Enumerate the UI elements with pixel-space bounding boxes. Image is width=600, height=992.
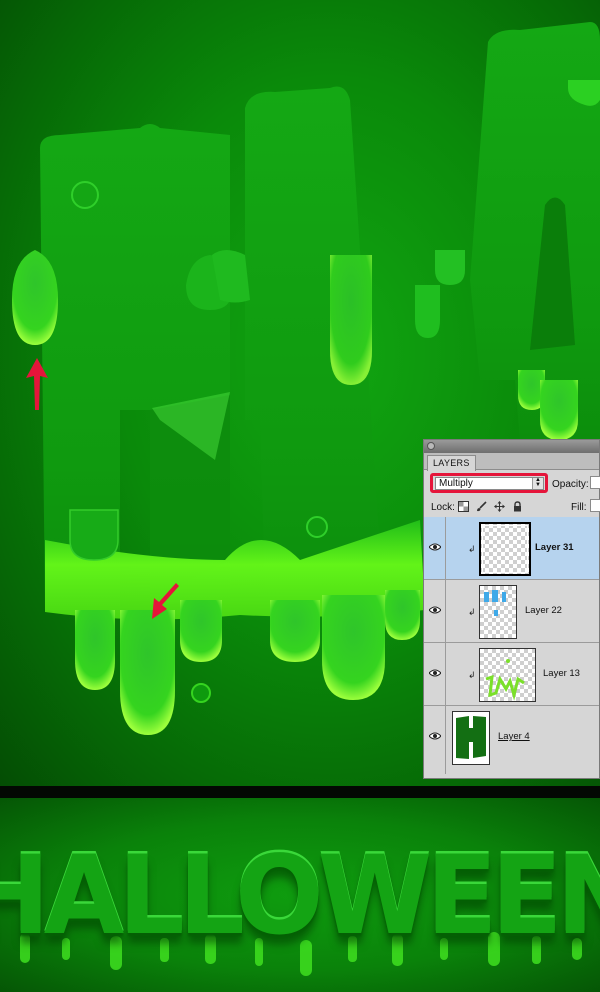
layer-row-13[interactable]: ↲ Layer 13: [424, 643, 599, 706]
drip: [270, 600, 320, 662]
layer-row-22[interactable]: ↲ Layer 22: [424, 580, 599, 643]
layer-name[interactable]: Layer 13: [543, 668, 580, 679]
slime-droplet: [306, 516, 328, 538]
visibility-toggle[interactable]: [424, 643, 446, 705]
lock-row: Lock: Fill:: [424, 496, 600, 519]
eye-icon[interactable]: [429, 669, 441, 677]
layer-thumbnail[interactable]: [479, 585, 517, 639]
move-lock-icon[interactable]: [494, 501, 505, 512]
stepper-arrows-icon[interactable]: ▲ ▼: [532, 477, 543, 489]
clipping-arrow-icon: ↲: [468, 670, 476, 680]
drip: [385, 590, 420, 640]
tab-layers[interactable]: LAYERS: [427, 455, 476, 471]
drip: [330, 255, 372, 385]
layer-thumbnail[interactable]: [479, 648, 536, 702]
layer-name[interactable]: Layer 22: [525, 605, 562, 616]
layer-name[interactable]: Layer 31: [535, 542, 574, 553]
banner-halloween-text: HALLOWEEN: [0, 830, 600, 960]
panel-titlebar[interactable]: [424, 440, 599, 453]
fill-label: Fill:: [571, 502, 587, 513]
drip: [180, 600, 222, 662]
drip: [415, 285, 440, 338]
panel-tabstrip: LAYERS: [424, 453, 599, 471]
layer-thumbnail[interactable]: [479, 522, 531, 576]
slime-droplet: [191, 683, 211, 703]
blend-mode-row: Multiply ▲ ▼ Opacity:: [424, 470, 600, 496]
blend-mode-select[interactable]: Multiply ▲ ▼: [435, 477, 544, 490]
layer-row-31[interactable]: ↲ Layer 31: [424, 517, 599, 580]
fill-field[interactable]: [590, 499, 600, 512]
eye-icon[interactable]: [429, 732, 441, 740]
annotation-arrow-up-icon: [26, 358, 48, 410]
drip: [120, 610, 175, 735]
slime-droplet: [71, 181, 99, 209]
padlock-icon[interactable]: [512, 501, 523, 512]
opacity-label: Opacity:: [552, 479, 589, 490]
clipping-arrow-icon: ↲: [468, 607, 476, 617]
drip: [75, 610, 115, 690]
halloween-banner: HALLOWEEN: [0, 798, 600, 992]
blend-mode-value: Multiply: [439, 478, 473, 489]
eye-icon[interactable]: [429, 543, 441, 551]
layer-name[interactable]: Layer 4: [498, 731, 530, 742]
layer-thumbnail[interactable]: [452, 711, 490, 765]
visibility-toggle[interactable]: [424, 706, 446, 774]
transparency-lock-icon[interactable]: [458, 501, 469, 512]
drip: [435, 250, 465, 285]
thumbnail-art: [485, 659, 525, 701]
thumbnail-art: [484, 590, 506, 616]
visibility-toggle[interactable]: [424, 580, 446, 642]
drip: [540, 380, 578, 440]
visibility-toggle[interactable]: [424, 517, 446, 579]
close-icon[interactable]: [427, 442, 435, 450]
brush-lock-icon[interactable]: [476, 501, 487, 512]
opacity-field[interactable]: [590, 476, 600, 489]
eye-icon[interactable]: [429, 606, 441, 614]
layers-panel: LAYERS Multiply ▲▼ Opacity: Lock: Fill:: [423, 439, 600, 779]
drip: [69, 509, 119, 561]
lock-label: Lock:: [431, 502, 455, 513]
clipping-arrow-icon: ↲: [468, 544, 476, 554]
annotation-arrow-diagonal-icon: [152, 583, 179, 619]
divider: [0, 786, 600, 798]
thumbnail-art: [456, 716, 486, 759]
drip: [322, 595, 385, 700]
layer-row-4[interactable]: Layer 4: [424, 706, 599, 774]
